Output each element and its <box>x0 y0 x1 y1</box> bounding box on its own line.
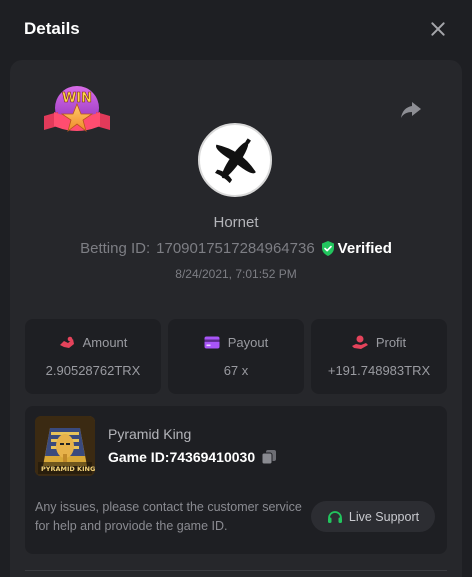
stat-amount: Amount 2.90528762TRX <box>25 319 161 394</box>
game-id-value: 74369410030 <box>169 449 256 465</box>
stat-value: 2.90528762TRX <box>45 363 141 378</box>
live-support-button[interactable]: Live Support <box>311 501 435 532</box>
stat-header: Amount <box>59 335 128 350</box>
amount-icon <box>59 336 74 348</box>
avatar <box>198 123 272 197</box>
stat-value: +191.748983TRX <box>327 363 431 378</box>
stat-header: Profit <box>351 335 407 350</box>
win-badge-icon: WIN <box>44 86 110 133</box>
stat-payout: Payout 67 x <box>168 319 304 394</box>
share-icon[interactable] <box>400 100 422 120</box>
details-modal: Details WIN Hornet Betting ID: 170901751… <box>0 0 472 577</box>
divider <box>25 570 447 571</box>
game-name: Pyramid King <box>108 426 192 442</box>
headset-icon <box>327 510 342 523</box>
stat-value: 67 x <box>223 363 249 378</box>
betting-id-row: Betting ID: 1709017517284964736 Verified <box>10 240 462 257</box>
profit-icon <box>351 335 368 349</box>
verified-badge: Verified <box>321 240 392 257</box>
game-thumbnail[interactable]: PYRAMID KING <box>35 416 95 476</box>
modal-title: Details <box>24 19 80 38</box>
game-id-label: Game ID: <box>108 449 170 465</box>
betting-id-label: Betting ID: <box>80 240 151 257</box>
support-message: Any issues, please contact the customer … <box>35 500 302 533</box>
game-card: PYRAMID KING Pyramid King Game ID:743694… <box>25 406 447 554</box>
close-button[interactable] <box>428 19 448 39</box>
stat-header: Payout <box>204 335 268 350</box>
bet-timestamp: 8/24/2021, 7:01:52 PM <box>175 267 297 281</box>
stat-label: Amount <box>82 335 128 350</box>
win-badge-text: WIN <box>62 91 92 106</box>
stats-row: Amount 2.90528762TRX Payout 67 x Profit … <box>25 319 447 394</box>
shield-check-icon <box>321 241 334 256</box>
live-support-label: Live Support <box>348 509 420 524</box>
modal-header: Details <box>0 0 472 58</box>
username: Hornet <box>213 214 259 231</box>
stat-label: Payout <box>227 335 269 350</box>
payout-icon <box>204 336 220 349</box>
airplane-icon <box>215 138 256 184</box>
game-id-row: Game ID:74369410030 <box>108 449 277 465</box>
stat-profit: Profit +191.748983TRX <box>311 319 447 394</box>
pharaoh-icon: PYRAMID KING <box>35 416 95 476</box>
verified-label: Verified <box>337 240 392 257</box>
game-thumbnail-text: PYRAMID KING <box>41 465 95 473</box>
betting-id-value: 1709017517284964736 <box>156 240 315 257</box>
bet-details-panel: WIN Hornet Betting ID: 17090175172849647… <box>10 60 462 577</box>
copy-icon[interactable] <box>261 449 277 465</box>
stat-label: Profit <box>375 335 407 350</box>
